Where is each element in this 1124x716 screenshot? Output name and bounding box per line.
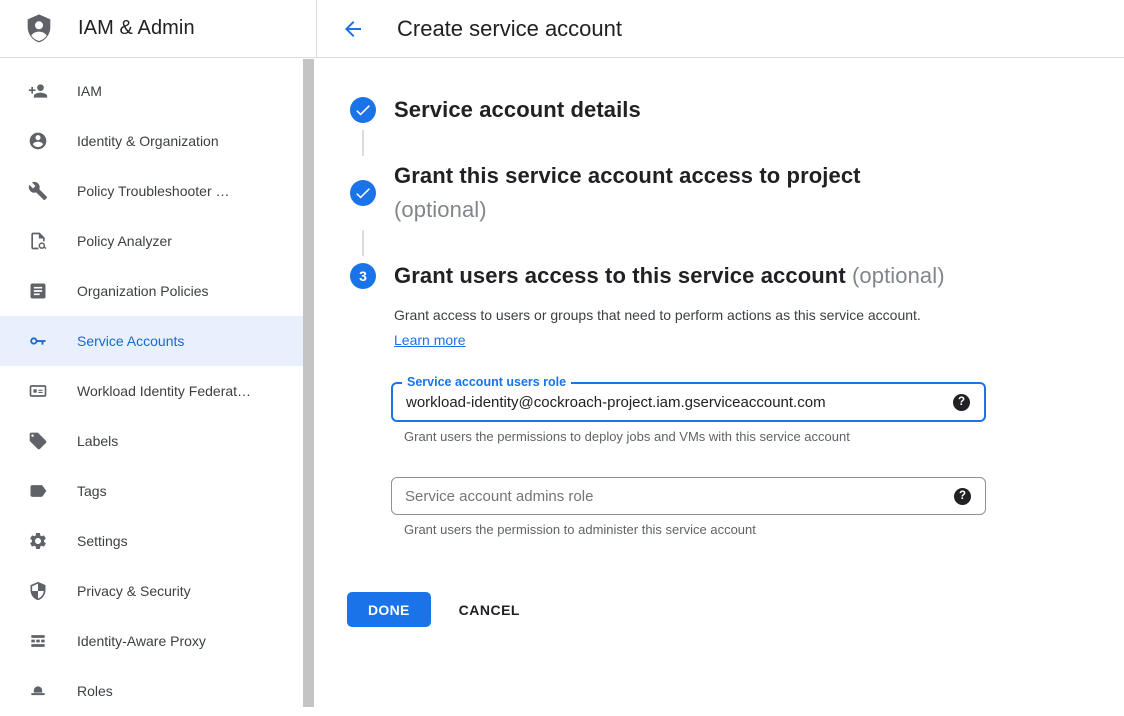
step-3-number-badge: 3 [350, 263, 376, 289]
roles-hat-icon [28, 681, 48, 701]
sidebar-item-identity-aware-proxy[interactable]: Identity-Aware Proxy [0, 616, 303, 666]
iam-shield-person-icon [23, 13, 55, 45]
tag-arrow-icon [28, 481, 48, 501]
wrench-icon [28, 181, 48, 201]
step-1-title: Service account details [394, 97, 641, 123]
shield-half-icon [28, 581, 48, 601]
step-2-title: Grant this service account access to pro… [394, 163, 861, 223]
step-3-description: Grant access to users or groups that nee… [394, 303, 946, 353]
step-2-grant-access-to-project[interactable]: Grant this service account access to pro… [350, 163, 1124, 223]
person-add-icon [28, 81, 48, 101]
service-account-admins-role-input[interactable] [392, 488, 954, 505]
workload-identity-card-icon [28, 381, 48, 401]
identity-aware-proxy-icon [28, 631, 48, 651]
sidebar-item-label: Tags [77, 483, 107, 499]
sidebar-item-label: Identity & Organization [77, 133, 219, 149]
sidebar-item-label: Labels [77, 433, 118, 449]
sidebar-item-label: Policy Analyzer [77, 233, 172, 249]
sidebar-item-label: Privacy & Security [77, 583, 191, 599]
sidebar-item-label: Identity-Aware Proxy [77, 633, 206, 649]
sidebar-item-label: Roles [77, 683, 113, 699]
users-role-field-label: Service account users role [402, 374, 571, 390]
check-circle-icon [350, 97, 376, 123]
learn-more-link[interactable]: Learn more [394, 332, 466, 348]
step-3-optional-label: (optional) [852, 263, 945, 288]
service-account-users-role-input[interactable] [393, 394, 953, 411]
policy-analyzer-icon [28, 231, 48, 251]
organization-policies-icon [28, 281, 48, 301]
step-1-service-account-details[interactable]: Service account details [350, 97, 1124, 123]
sidebar: IAM & Admin IAM Identity & Organization … [0, 0, 317, 707]
sidebar-scrollbar[interactable] [303, 59, 314, 707]
gear-icon [28, 531, 48, 551]
cancel-button[interactable]: CANCEL [459, 602, 520, 618]
sidebar-item-organization-policies[interactable]: Organization Policies [0, 266, 303, 316]
sidebar-item-label: Policy Troubleshooter … [77, 183, 230, 199]
step-2-optional-label: (optional) [394, 197, 861, 223]
sidebar-item-policy-analyzer[interactable]: Policy Analyzer [0, 216, 303, 266]
sidebar-item-identity-organization[interactable]: Identity & Organization [0, 116, 303, 166]
help-icon[interactable]: ? [954, 488, 971, 505]
users-role-helper-text: Grant users the permissions to deploy jo… [404, 429, 1124, 444]
sidebar-item-label: IAM [77, 83, 102, 99]
back-arrow-icon[interactable] [341, 17, 365, 41]
admins-role-field-box: ? [391, 477, 986, 515]
sidebar-item-label: Settings [77, 533, 128, 549]
check-circle-icon [350, 180, 376, 206]
label-tag-icon [28, 431, 48, 451]
topbar: Create service account [317, 0, 1124, 58]
sidebar-item-service-accounts[interactable]: Service Accounts [0, 316, 303, 366]
account-circle-icon [28, 131, 48, 151]
step-3-title: Grant users access to this service accou… [394, 263, 945, 289]
step-3-grant-users-access[interactable]: 3 Grant users access to this service acc… [350, 263, 1124, 289]
sidebar-title: IAM & Admin [78, 17, 195, 40]
service-account-users-role-field-wrapper: Service account users role ? [391, 382, 986, 422]
help-icon[interactable]: ? [953, 394, 970, 411]
page-title: Create service account [397, 16, 622, 42]
sidebar-item-settings[interactable]: Settings [0, 516, 303, 566]
sidebar-item-tags[interactable]: Tags [0, 466, 303, 516]
service-account-key-icon [28, 331, 48, 351]
step-connector [362, 130, 364, 156]
sidebar-item-privacy-security[interactable]: Privacy & Security [0, 566, 303, 616]
form-actions: DONE CANCEL [347, 592, 1124, 627]
sidebar-item-workload-identity-federation[interactable]: Workload Identity Federat… [0, 366, 303, 416]
sidebar-item-policy-troubleshooter[interactable]: Policy Troubleshooter … [0, 166, 303, 216]
main-content: Service account details Grant this servi… [317, 58, 1124, 707]
done-button[interactable]: DONE [347, 592, 431, 627]
sidebar-nav: IAM Identity & Organization Policy Troub… [0, 58, 317, 716]
admins-role-helper-text: Grant users the permission to administer… [404, 522, 1124, 537]
sidebar-item-label: Service Accounts [77, 333, 184, 349]
sidebar-header: IAM & Admin [0, 0, 317, 58]
service-account-admins-role-field-wrapper: ? [391, 477, 986, 515]
sidebar-item-label: Workload Identity Federat… [77, 383, 251, 399]
sidebar-item-labels[interactable]: Labels [0, 416, 303, 466]
sidebar-item-roles[interactable]: Roles [0, 666, 303, 716]
sidebar-item-label: Organization Policies [77, 283, 209, 299]
step-connector [362, 230, 364, 256]
sidebar-item-iam[interactable]: IAM [0, 66, 303, 116]
